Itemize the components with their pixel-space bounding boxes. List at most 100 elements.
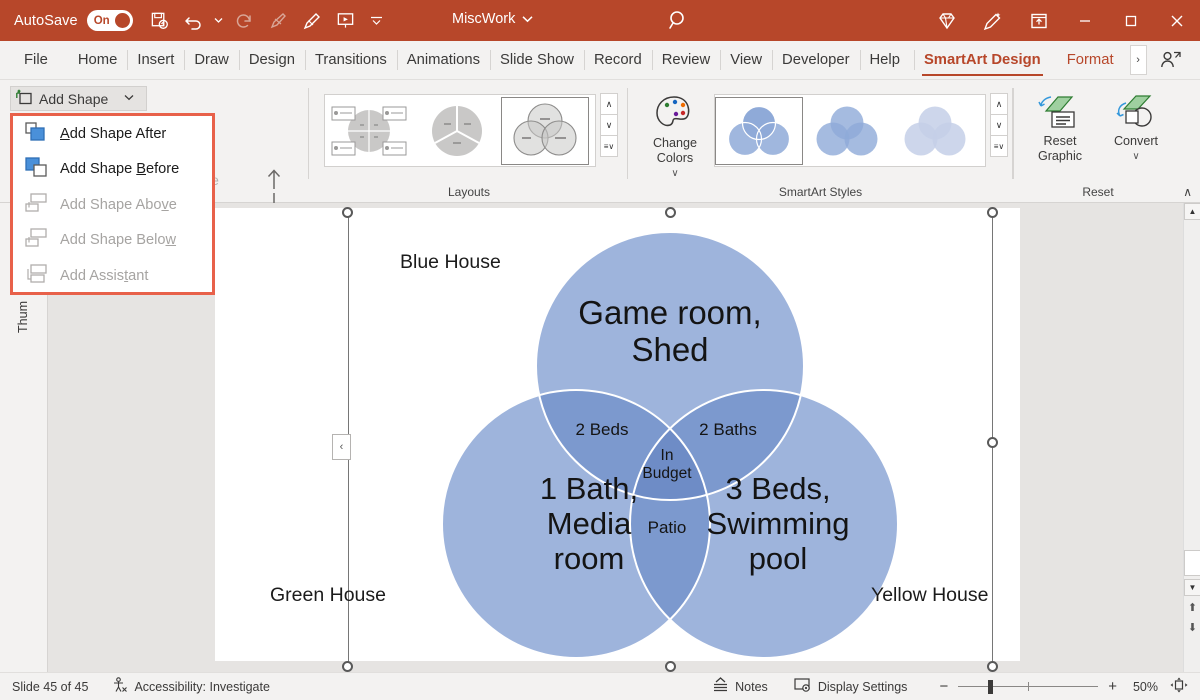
zoom-slider-midpoint <box>1028 682 1029 691</box>
tab-transitions[interactable]: Transitions <box>305 41 397 79</box>
scroll-up-button[interactable]: ▲ <box>1184 203 1200 220</box>
layout-matrix-tile[interactable] <box>325 97 413 165</box>
reset-group-label: Reset <box>1013 185 1183 199</box>
top-left-overlap-text[interactable]: 2 Beds <box>552 420 652 439</box>
menu-item-add-shape-above: Add Shape Above <box>13 187 212 223</box>
notes-icon <box>712 677 729 696</box>
change-colors-label: Change Colors <box>642 136 708 166</box>
tab-view[interactable]: View <box>720 41 772 79</box>
search-icon[interactable] <box>668 9 690 36</box>
styles-more-button[interactable]: ≡∨ <box>990 135 1008 157</box>
document-title[interactable]: MiscWork <box>452 11 533 27</box>
tab-overflow-button[interactable]: › <box>1130 45 1147 75</box>
zoom-slider[interactable] <box>958 680 1098 694</box>
share-person-icon[interactable] <box>1153 41 1189 79</box>
slide-counter[interactable]: Slide 45 of 45 <box>12 680 88 694</box>
collapse-ribbon-button[interactable]: ∧ <box>1183 185 1192 199</box>
diamond-icon[interactable] <box>924 0 970 41</box>
top-right-overlap-text[interactable]: 2 Baths <box>678 420 778 439</box>
layouts-gallery[interactable] <box>324 94 596 167</box>
tab-review[interactable]: Review <box>652 41 721 79</box>
tab-insert[interactable]: Insert <box>127 41 184 79</box>
autosave-toggle[interactable]: On <box>87 10 133 31</box>
tab-design[interactable]: Design <box>239 41 305 79</box>
tab-home[interactable]: Home <box>68 41 127 79</box>
tab-draw[interactable]: Draw <box>184 41 239 79</box>
menu-item-add-shape-after[interactable]: Add Shape After <box>13 116 212 152</box>
menu-item-label: Add Shape Before <box>60 161 179 177</box>
arrow-up-icon[interactable] <box>264 168 284 195</box>
blue-house-label[interactable]: Blue House <box>400 251 501 274</box>
next-slide-button[interactable]: ⬇ <box>1184 619 1200 636</box>
menu-item-label: Add Shape Below <box>60 232 176 248</box>
scroll-down-button[interactable]: ▼ <box>1184 579 1200 596</box>
customize-quick-access-icon[interactable] <box>363 6 391 36</box>
menu-item-add-shape-before[interactable]: Add Shape Before <box>13 152 212 188</box>
layouts-scroll-up-button[interactable]: ∧ <box>600 93 618 115</box>
smartart-selection-frame[interactable]: ‹ <box>348 213 993 666</box>
powerpoint-window: AutoSave On <box>0 0 1200 700</box>
tab-help[interactable]: Help <box>860 41 910 79</box>
layout-venn-tile[interactable] <box>501 97 589 165</box>
convert-button[interactable]: Convert ∨ <box>1101 88 1171 164</box>
accessibility-status[interactable]: Accessibility: Investigate <box>112 677 269 696</box>
add-shape-button[interactable]: Add Shape <box>10 86 147 111</box>
fit-to-window-icon[interactable] <box>1170 677 1188 696</box>
ribbon-group-reset: Reset Graphic Convert ∨ Reset ∧ <box>1013 80 1200 203</box>
convert-caret-icon[interactable]: ∨ <box>1101 149 1171 164</box>
styles-scroll-down-button[interactable]: ∨ <box>990 114 1008 136</box>
bottom-overlap-text[interactable]: Patio <box>628 518 706 537</box>
top-circle-text[interactable]: Game room, Shed <box>540 294 800 369</box>
reset-graphic-button[interactable]: Reset Graphic <box>1025 88 1095 164</box>
add-shape-menu: Add Shape After Add Shape Before Add Sha… <box>10 113 215 295</box>
chevron-down-icon <box>124 93 134 104</box>
layout-pie-tile[interactable] <box>413 97 501 165</box>
autosave-state: On <box>94 15 110 27</box>
close-button[interactable] <box>1154 0 1200 41</box>
tab-slide-show[interactable]: Slide Show <box>490 41 584 79</box>
tab-format[interactable]: Format <box>1057 41 1124 79</box>
previous-slide-button[interactable]: ⬆ <box>1184 599 1200 616</box>
style-intense-effect-tile[interactable] <box>803 97 891 165</box>
maximize-button[interactable] <box>1108 0 1154 41</box>
menu-item-add-shape-below: Add Shape Below <box>13 223 212 259</box>
tab-record[interactable]: Record <box>584 41 652 79</box>
tab-developer[interactable]: Developer <box>772 41 859 79</box>
smartart-styles-gallery[interactable] <box>714 94 986 167</box>
layouts-gallery-spinner[interactable]: ∧ ∨ ≡∨ <box>600 94 618 157</box>
zoom-in-button[interactable]: + <box>1108 678 1117 695</box>
vertical-scrollbar[interactable]: ▲ ▼ ⬆ ⬇ <box>1183 203 1200 672</box>
green-house-label[interactable]: Green House <box>270 584 386 607</box>
layouts-scroll-down-button[interactable]: ∨ <box>600 114 618 136</box>
yellow-house-label[interactable]: Yellow House <box>871 584 988 607</box>
layouts-more-button[interactable]: ≡∨ <box>600 135 618 157</box>
draw-icon[interactable] <box>295 6 329 36</box>
scrollbar-thumb[interactable] <box>1184 550 1200 576</box>
zoom-out-button[interactable]: − <box>939 678 948 695</box>
ribbon-group-smartart-styles: Change Colors ∨ ∧ ∨ ≡∨ SmartArt Styles <box>628 80 1013 203</box>
styles-scroll-up-button[interactable]: ∧ <box>990 93 1008 115</box>
center-overlap-text[interactable]: In Budget <box>628 447 706 483</box>
change-colors-caret-icon[interactable]: ∨ <box>642 166 708 181</box>
display-settings-button[interactable]: Display Settings <box>794 677 908 696</box>
tab-animations[interactable]: Animations <box>397 41 490 79</box>
minimize-button[interactable] <box>1062 0 1108 41</box>
autosave-label: AutoSave <box>14 13 78 29</box>
slide-canvas[interactable]: ‹ <box>215 208 1020 661</box>
undo-dropdown-icon[interactable] <box>211 6 227 36</box>
style-simple-fill-tile[interactable] <box>715 97 803 165</box>
change-colors-button[interactable]: Change Colors ∨ <box>642 90 708 181</box>
restore-window-up-icon[interactable] <box>1016 0 1062 41</box>
save-icon[interactable] <box>143 6 177 36</box>
present-icon[interactable] <box>329 6 363 36</box>
slide-work-area: ‹ <box>48 203 1200 672</box>
tab-smartart-design[interactable]: SmartArt Design <box>914 41 1051 79</box>
notes-button[interactable]: Notes <box>712 677 768 696</box>
zoom-level-label[interactable]: 50% <box>1133 680 1158 694</box>
smartart-styles-spinner[interactable]: ∧ ∨ ≡∨ <box>990 94 1008 157</box>
zoom-slider-handle[interactable] <box>988 680 993 694</box>
style-subtle-effect-tile[interactable] <box>891 97 979 165</box>
tab-file[interactable]: File <box>14 41 58 79</box>
undo-icon[interactable] <box>177 6 211 36</box>
designer-icon[interactable] <box>970 0 1016 41</box>
